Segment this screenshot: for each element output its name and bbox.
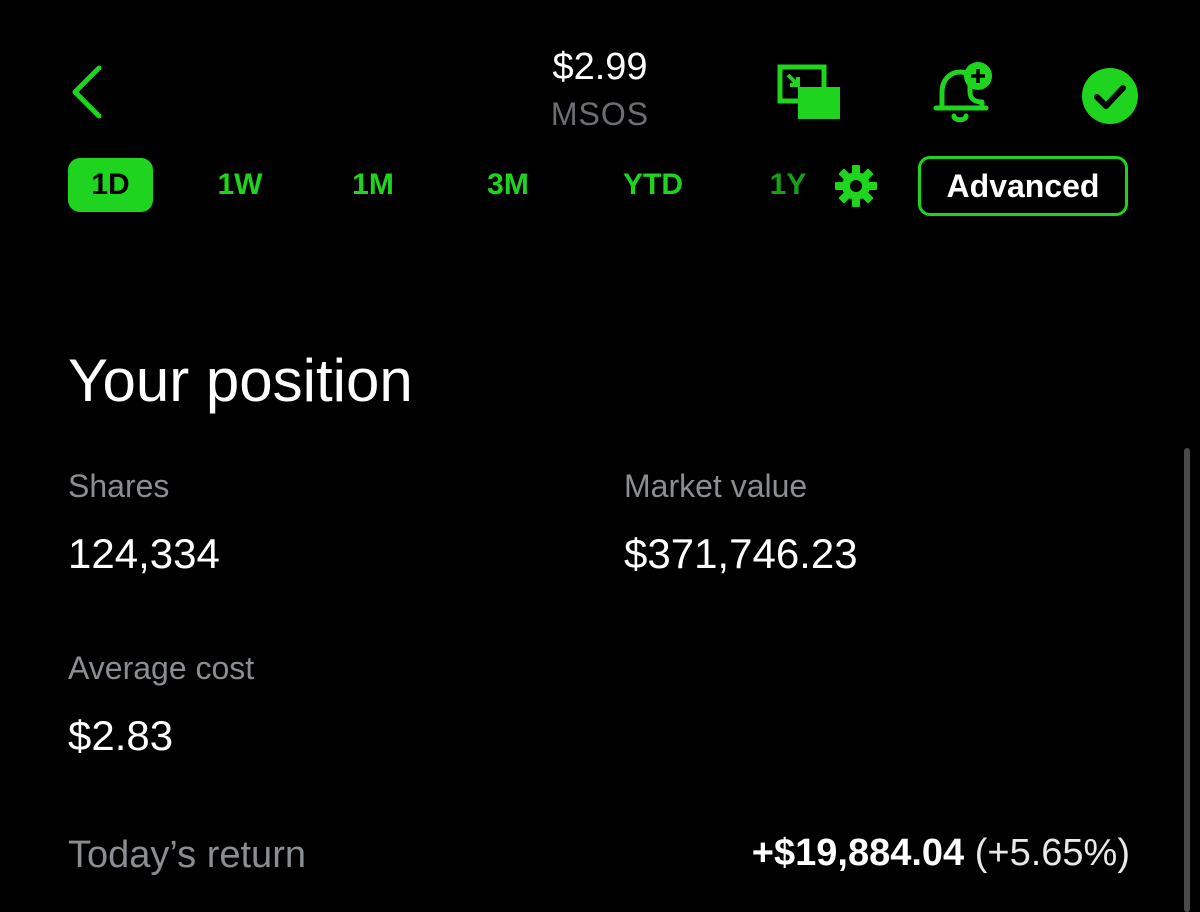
- stock-detail-screen: $2.99 MSOS 1D 1W 1M 3M YTD 1Y Advanced Y…: [0, 0, 1200, 912]
- average-cost-label: Average cost: [68, 650, 255, 686]
- advanced-chart-button[interactable]: Advanced: [918, 156, 1128, 216]
- market-value: $371,746.23: [624, 530, 858, 577]
- back-button[interactable]: [62, 62, 112, 122]
- todays-return-percent: (+5.65%): [974, 832, 1130, 874]
- picture-in-picture-button[interactable]: [772, 60, 848, 126]
- todays-return-value: +$19,884.04 (+5.65%): [752, 830, 1130, 876]
- shares-label: Shares: [68, 468, 170, 504]
- header-ticker: MSOS: [550, 96, 650, 132]
- todays-return-label: Today’s return: [68, 834, 306, 876]
- gear-icon: [835, 165, 877, 207]
- bell-plus-icon: [933, 62, 992, 123]
- tab-ytd[interactable]: YTD: [610, 158, 696, 212]
- price-alert-button[interactable]: [930, 58, 994, 128]
- tab-1y[interactable]: 1Y: [760, 158, 816, 212]
- todays-return-amount: +$19,884.04: [751, 832, 965, 874]
- header-price: $2.99: [552, 46, 648, 88]
- scrollbar[interactable]: [1184, 448, 1190, 912]
- section-title-your-position: Your position: [68, 347, 413, 414]
- tab-3m[interactable]: 3M: [472, 158, 544, 212]
- range-tabs: 1D 1W 1M 3M YTD 1Y Advanced: [0, 150, 1200, 220]
- watchlist-button[interactable]: [1080, 66, 1140, 126]
- tab-1w[interactable]: 1W: [205, 158, 275, 212]
- shares-value: 124,334: [68, 530, 220, 577]
- header-title: $2.99 MSOS: [450, 44, 750, 134]
- tab-1m[interactable]: 1M: [338, 158, 408, 212]
- chevron-left-icon: [72, 65, 102, 119]
- chart-settings-button[interactable]: [834, 164, 878, 208]
- tab-1d[interactable]: 1D: [68, 158, 153, 212]
- market-value-label: Market value: [624, 468, 808, 504]
- picture-in-picture-icon: [777, 64, 840, 119]
- average-cost-value: $2.83: [68, 712, 174, 759]
- check-circle-icon: [1082, 68, 1138, 124]
